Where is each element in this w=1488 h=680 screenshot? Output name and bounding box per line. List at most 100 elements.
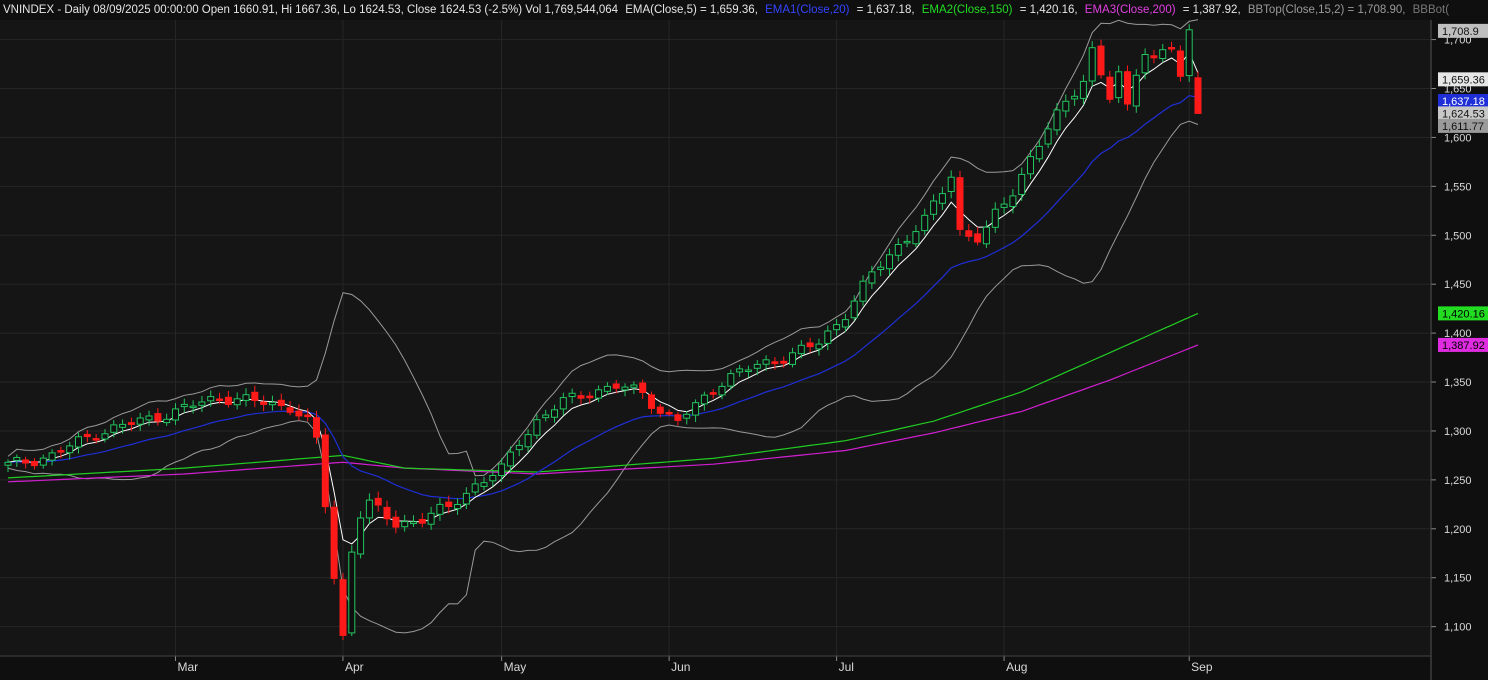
candle-up (1018, 173, 1026, 195)
candle-up (75, 436, 82, 448)
header-ema3-label: EMA3(Close,200) (1085, 4, 1176, 16)
candle-up (471, 483, 479, 493)
candle-up (172, 408, 179, 421)
month-label: Sep (1191, 660, 1213, 674)
candle-up (947, 176, 955, 192)
candle-down (321, 434, 329, 508)
candle-down (648, 394, 655, 409)
candle-up (736, 368, 744, 373)
candle-up (242, 394, 250, 401)
chart-header: VNINDEX - Daily 08/09/2025 00:00:00 Open… (3, 4, 1449, 16)
candle-up (921, 214, 929, 232)
candle-up (515, 444, 523, 451)
candle-down (260, 401, 268, 405)
candle-up (1159, 49, 1167, 60)
candle-up (551, 409, 558, 418)
candle-down (330, 506, 338, 579)
candle-down (612, 383, 620, 389)
candle-down (780, 360, 788, 364)
candle-up (753, 363, 761, 369)
candle-up (348, 551, 356, 634)
candle-up (762, 359, 770, 365)
candle-up (506, 451, 514, 467)
candle-down (586, 395, 594, 399)
candle-up (542, 414, 550, 419)
candle-down (974, 233, 982, 243)
candle-up (39, 457, 47, 466)
candle-down (22, 459, 30, 464)
candle-down (224, 396, 232, 405)
candle-down (127, 422, 135, 425)
candle-up (912, 231, 920, 245)
candle-up (692, 402, 700, 416)
candle-up (595, 389, 603, 399)
candle-up (621, 386, 629, 391)
candle-up (1053, 109, 1061, 131)
candle-up (1000, 203, 1008, 208)
candle-down (251, 391, 259, 401)
candle-down (771, 361, 779, 365)
candle-down (806, 342, 814, 348)
candle-up (1079, 80, 1087, 99)
header-ema2-value: = 1,420.16, (1020, 4, 1078, 16)
candle-down (216, 398, 224, 401)
candle-up (533, 419, 541, 436)
header-ema3-value: = 1,387.92, (1183, 4, 1241, 16)
y-tick-label: 1,100 (1444, 622, 1472, 634)
candle-down (577, 395, 585, 399)
month-label: Mar (177, 660, 198, 674)
candle-up (886, 254, 893, 270)
candle-down (30, 461, 38, 467)
candle-up (930, 200, 938, 215)
candle-down (1106, 76, 1114, 100)
plot-area[interactable] (0, 20, 1430, 656)
y-tick-label: 1,350 (1444, 377, 1472, 389)
candle-down (286, 407, 294, 413)
candle-down (154, 413, 162, 422)
candle-up (1027, 156, 1034, 175)
price-tag-label: 1,624.53 (1442, 108, 1485, 120)
candle-down (1194, 77, 1202, 114)
candle-down (639, 382, 647, 394)
candle-up (1115, 71, 1123, 99)
candle-up (1035, 145, 1043, 160)
candle-down (656, 406, 664, 414)
candle-up (365, 499, 373, 519)
candle-up (568, 392, 576, 397)
candle-up (462, 492, 470, 505)
price-tag-label: 1,611.77 (1442, 121, 1484, 133)
candle-down (304, 414, 312, 418)
candle-down (674, 414, 682, 421)
candle-up (850, 300, 858, 319)
candle-up (145, 415, 153, 421)
candle-down (1150, 55, 1158, 59)
candle-up (1009, 195, 1017, 207)
header-symbol-line: VNINDEX - Daily 08/09/2025 00:00:00 Open… (3, 4, 619, 16)
candle-up (789, 352, 796, 365)
y-tick-label: 1,200 (1444, 524, 1472, 536)
candle-up (1088, 47, 1096, 82)
header-bbbot: BBBot( (1413, 4, 1450, 16)
header-ema1-value: = 1,637.18, (857, 4, 915, 16)
candle-down (392, 516, 400, 528)
candle-up (1132, 74, 1140, 107)
y-tick-label: 1,550 (1444, 181, 1472, 193)
candle-up (877, 266, 885, 271)
chart-window: 1,100 1,150 1,200 1,250 1,300 1,350 1,400 1,450… (0, 0, 1488, 680)
candle-up (824, 330, 832, 344)
candle-up (868, 271, 876, 284)
candle-up (48, 452, 56, 461)
candle-up (357, 517, 365, 555)
candle-up (198, 401, 206, 406)
candlestick-chart[interactable]: 1,1001,1501,2001,2501,3001,3501,4001,450… (0, 0, 1488, 680)
y-tick-label: 1,500 (1444, 230, 1472, 242)
candle-up (163, 418, 171, 424)
candle-down (57, 450, 65, 453)
candle-up (1141, 54, 1149, 74)
candle-up (797, 344, 805, 355)
candle-up (982, 226, 990, 245)
header-ema1-label: EMA1(Close,20) (765, 4, 850, 16)
candle-up (401, 521, 409, 528)
candle-down (277, 399, 285, 406)
candle-down (1176, 50, 1184, 77)
